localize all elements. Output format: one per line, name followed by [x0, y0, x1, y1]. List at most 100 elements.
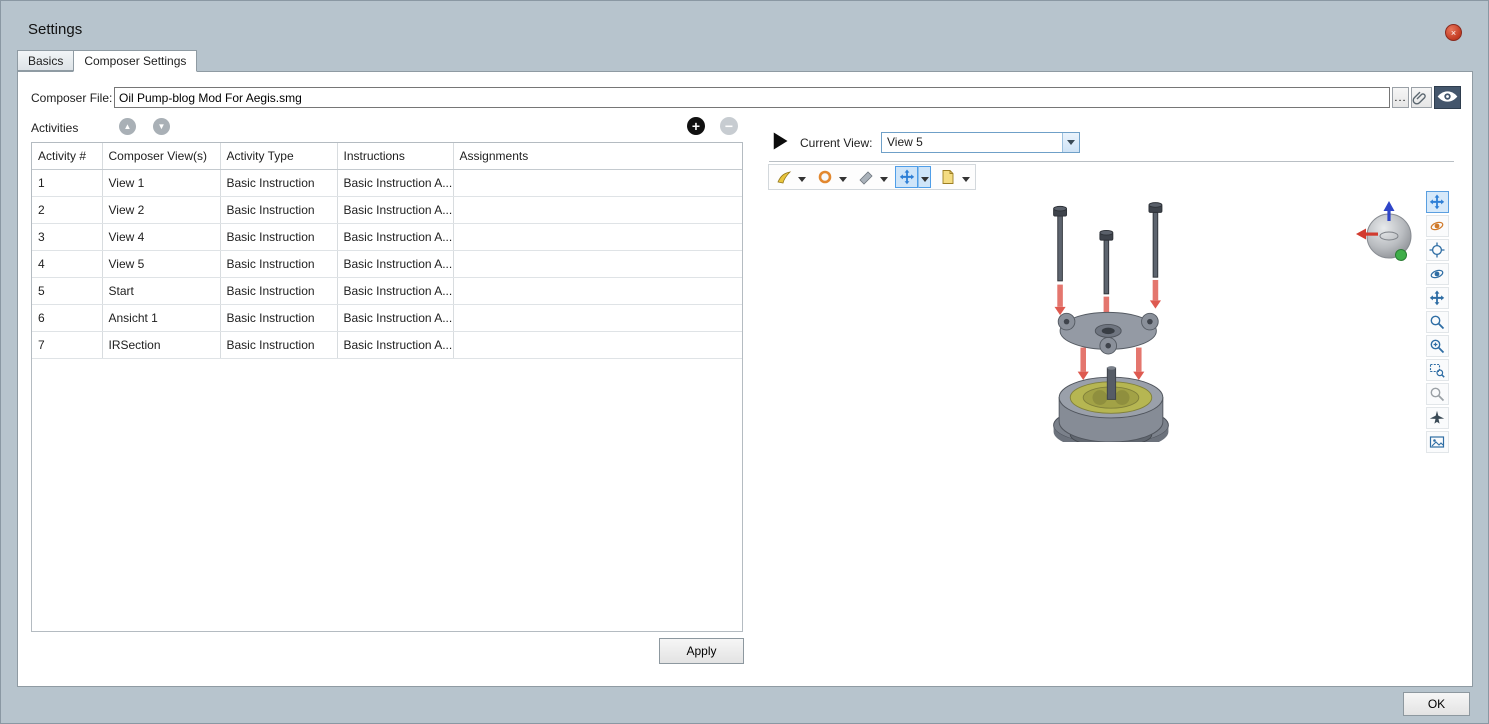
activity-row[interactable]: 5 Start Basic Instruction Basic Instruct…: [32, 277, 742, 304]
col-header-instructions[interactable]: Instructions: [337, 143, 453, 169]
divider: [769, 161, 1454, 162]
activities-label: Activities: [31, 121, 78, 135]
col-header-composer-views[interactable]: Composer View(s): [102, 143, 220, 169]
activity-row[interactable]: 4 View 5 Basic Instruction Basic Instruc…: [32, 250, 742, 277]
clipping-dropdown[interactable]: [877, 166, 890, 188]
cell-activity-type: Basic Instruction: [220, 277, 337, 304]
col-header-activity-type[interactable]: Activity Type: [220, 143, 337, 169]
cell-composer-view: View 2: [102, 196, 220, 223]
cell-composer-view: View 5: [102, 250, 220, 277]
snapshot-icon: [1429, 434, 1445, 450]
cell-activity-type: Basic Instruction: [220, 223, 337, 250]
cell-composer-view: View 1: [102, 169, 220, 196]
chevron-down-icon: [1067, 140, 1075, 145]
orbit-icon: [1429, 266, 1445, 282]
zoom-in-button[interactable]: [1426, 335, 1449, 357]
cell-instructions: Basic Instruction A...: [337, 250, 453, 277]
viewport-3d[interactable]: [754, 190, 1472, 686]
pan-button[interactable]: [1426, 287, 1449, 309]
cell-activity-num: 3: [32, 223, 102, 250]
activity-row[interactable]: 2 View 2 Basic Instruction Basic Instruc…: [32, 196, 742, 223]
composer-file-input[interactable]: [114, 87, 1390, 108]
zoom-window-button[interactable]: [1426, 359, 1449, 381]
attach-button[interactable]: [1411, 87, 1432, 108]
close-button[interactable]: ×: [1445, 24, 1462, 41]
activity-row[interactable]: 7 IRSection Basic Instruction Basic Inst…: [32, 331, 742, 358]
tab-basics[interactable]: Basics: [17, 50, 74, 71]
cell-activity-type: Basic Instruction: [220, 304, 337, 331]
navigation-toolbar: [1426, 191, 1450, 453]
transform-rotate-button[interactable]: [1426, 215, 1449, 237]
view-style-icon: [776, 169, 792, 185]
pan-icon: [1429, 290, 1445, 306]
move-activity-up-button[interactable]: ▲: [119, 118, 136, 135]
cell-assignments: [453, 223, 742, 250]
cell-assignments: [453, 196, 742, 223]
tab-bar: Basics Composer Settings: [17, 50, 196, 72]
transform-scale-button[interactable]: [1426, 239, 1449, 261]
transform-move-button[interactable]: [1426, 191, 1449, 213]
plus-icon: +: [687, 118, 705, 135]
cell-instructions: Basic Instruction A...: [337, 304, 453, 331]
composer-settings-panel: Composer File: ... Activities ▲ ▼ + − Ac…: [17, 71, 1473, 687]
zoom-window-icon: [1429, 362, 1445, 378]
fly-through-button[interactable]: [1426, 407, 1449, 429]
activity-row[interactable]: 6 Ansicht 1 Basic Instruction Basic Inst…: [32, 304, 742, 331]
render-mode-dropdown[interactable]: [836, 166, 849, 188]
move-mode-dropdown[interactable]: [918, 166, 931, 188]
cell-instructions: Basic Instruction A...: [337, 223, 453, 250]
transform-scale-icon: [1429, 242, 1445, 258]
magnifier-button[interactable]: [1426, 383, 1449, 405]
markup-dropdown[interactable]: [959, 166, 972, 188]
activity-row[interactable]: 3 View 4 Basic Instruction Basic Instruc…: [32, 223, 742, 250]
apply-button[interactable]: Apply: [659, 638, 744, 664]
cell-assignments: [453, 304, 742, 331]
preview-button[interactable]: [1434, 86, 1461, 109]
combobox-dropdown-button[interactable]: [1062, 133, 1079, 152]
window-title: Settings: [28, 21, 82, 38]
cell-activity-num: 5: [32, 277, 102, 304]
cell-assignments: [453, 169, 742, 196]
ok-button[interactable]: OK: [1403, 692, 1470, 716]
clipping-button[interactable]: [854, 166, 877, 188]
browse-button[interactable]: ...: [1392, 87, 1409, 108]
view-style-dropdown[interactable]: [795, 166, 808, 188]
col-header-assignments[interactable]: Assignments: [453, 143, 742, 169]
cell-composer-view: IRSection: [102, 331, 220, 358]
move-mode-button[interactable]: [895, 166, 918, 188]
view-compass[interactable]: [1353, 198, 1425, 270]
fly-through-icon: [1429, 410, 1445, 426]
tab-composer-settings[interactable]: Composer Settings: [73, 50, 197, 72]
pump-cover-plate: [1058, 312, 1158, 354]
cell-assignments: [453, 331, 742, 358]
col-header-activity-num[interactable]: Activity #: [32, 143, 102, 169]
cell-instructions: Basic Instruction A...: [337, 331, 453, 358]
snapshot-button[interactable]: [1426, 431, 1449, 453]
cell-activity-num: 1: [32, 169, 102, 196]
view-style-button[interactable]: [772, 166, 795, 188]
cell-instructions: Basic Instruction A...: [337, 196, 453, 223]
cell-activity-num: 4: [32, 250, 102, 277]
orbit-button[interactable]: [1426, 263, 1449, 285]
markup-button[interactable]: [936, 166, 959, 188]
activity-row[interactable]: 1 View 1 Basic Instruction Basic Instruc…: [32, 169, 742, 196]
chevron-down-icon: [880, 177, 888, 182]
add-activity-button[interactable]: +: [687, 117, 705, 135]
magnifier-icon: [1429, 386, 1445, 402]
settings-window: Settings × Basics Composer Settings Comp…: [0, 0, 1489, 724]
current-view-combobox[interactable]: View 5: [881, 132, 1080, 153]
composer-file-label: Composer File:: [31, 91, 112, 105]
move-activity-down-button[interactable]: ▼: [153, 118, 170, 135]
cell-activity-num: 7: [32, 331, 102, 358]
bolts: [1054, 203, 1162, 294]
zoom-button[interactable]: [1426, 311, 1449, 333]
cell-activity-type: Basic Instruction: [220, 169, 337, 196]
cell-activity-num: 6: [32, 304, 102, 331]
cell-composer-view: View 4: [102, 223, 220, 250]
play-button[interactable]: [769, 131, 791, 153]
cell-instructions: Basic Instruction A...: [337, 277, 453, 304]
markup-icon: [940, 169, 956, 185]
render-mode-button[interactable]: [813, 166, 836, 188]
cell-activity-num: 2: [32, 196, 102, 223]
remove-activity-button[interactable]: −: [720, 117, 738, 135]
